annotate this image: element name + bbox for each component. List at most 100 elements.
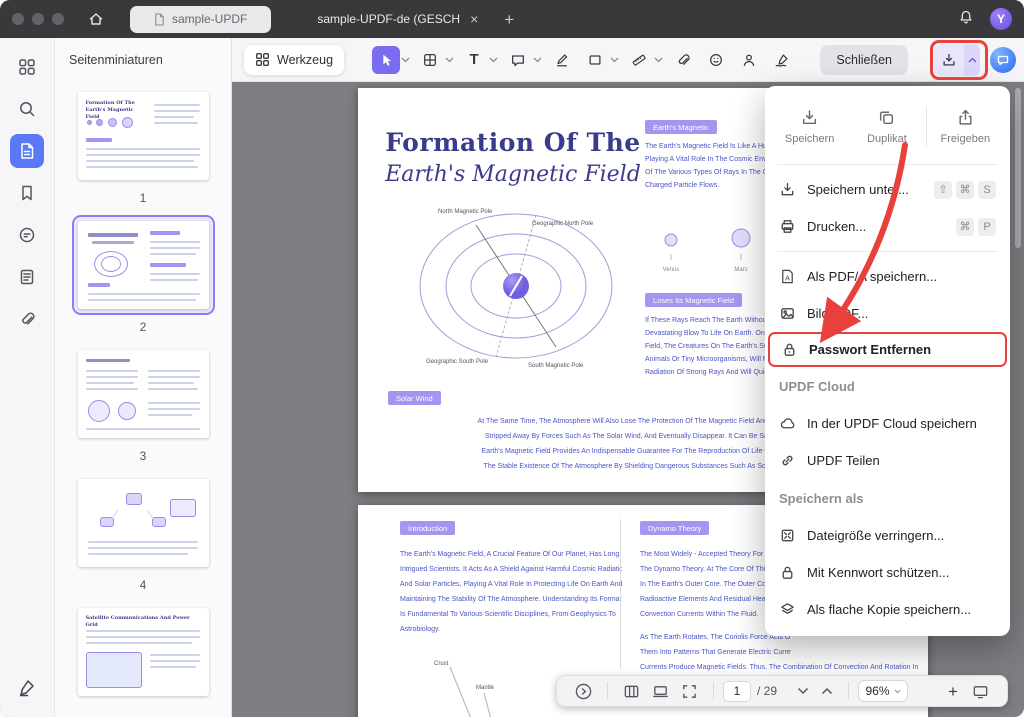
- page-edit-tool[interactable]: [416, 46, 455, 74]
- home-icon[interactable]: [88, 11, 104, 27]
- sidebar-item-bookmarks[interactable]: [10, 176, 44, 210]
- chevron-down-icon[interactable]: [400, 57, 411, 63]
- sidebar-item-page-thumbnails[interactable]: [10, 134, 44, 168]
- menu-item-mit-kennwort-schuetzen[interactable]: Mit Kennwort schützen...: [765, 554, 1010, 591]
- menu-item-flache-kopie[interactable]: Als flache Kopie speichern...: [765, 591, 1010, 628]
- menu-item-drucken[interactable]: Drucken... ⌘P: [765, 208, 1010, 245]
- chevron-up-icon: [968, 57, 977, 63]
- two-column-view-button[interactable]: [623, 683, 640, 700]
- label-geographic-north-pole: Geographic North Pole: [532, 221, 594, 227]
- reading-mode-button[interactable]: [652, 683, 669, 700]
- previous-page-button[interactable]: [797, 687, 809, 695]
- sign-tool[interactable]: [768, 46, 796, 74]
- zoom-window-button[interactable]: [52, 13, 64, 25]
- menu-quick-freigeben[interactable]: Freigeben: [927, 108, 1004, 145]
- text-tool-icon: T: [469, 51, 478, 68]
- thumbnail-item[interactable]: 4: [72, 473, 215, 592]
- menu-item-updf-cloud-speichern[interactable]: In der UPDF Cloud speichern: [765, 405, 1010, 442]
- chevron-down-icon[interactable]: [532, 57, 543, 63]
- tab-sample-updf-de-active[interactable]: sample-UPDF-de (GESCH ×: [317, 12, 478, 26]
- page-number-input[interactable]: 1: [723, 681, 751, 702]
- chevron-down-icon[interactable]: [444, 57, 455, 63]
- shape-tool[interactable]: [581, 46, 620, 74]
- label-mantle: Mantle: [476, 685, 495, 691]
- zoom-level-dropdown[interactable]: 96%: [858, 680, 908, 702]
- schliessen-button[interactable]: Schließen: [820, 45, 908, 75]
- sidebar-item-tools-grid[interactable]: [10, 50, 44, 84]
- werkzeug-button[interactable]: Werkzeug: [244, 45, 344, 75]
- attachment-tool[interactable]: [669, 46, 697, 74]
- close-tab-icon[interactable]: ×: [470, 12, 478, 26]
- sticker-tool[interactable]: [702, 46, 730, 74]
- menu-item-speichern-unter[interactable]: Speichern unter... ⇧⌘S: [765, 171, 1010, 208]
- measure-tool[interactable]: [625, 46, 664, 74]
- menu-item-pdfa-speichern[interactable]: A Als PDF/A speichern...: [765, 258, 1010, 295]
- paperclip-icon: [18, 310, 36, 328]
- scrollbar-thumb[interactable]: [1015, 88, 1021, 248]
- thumbnail-page-4[interactable]: [78, 479, 209, 567]
- avatar[interactable]: Y: [990, 8, 1012, 30]
- save-button[interactable]: [934, 44, 964, 76]
- chevron-down-icon[interactable]: [653, 57, 664, 63]
- fullscreen-monitor-icon: [972, 683, 989, 700]
- magnetic-field-diagram: North Magnetic Pole Geographic North Pol…: [410, 191, 622, 376]
- notifications-bell-icon[interactable]: [958, 9, 974, 30]
- chevron-down-icon[interactable]: [488, 57, 499, 63]
- thumbnail-page-1[interactable]: Formation Of The Earth's Magnetic Field: [78, 92, 209, 180]
- sidebar-item-summary[interactable]: [10, 260, 44, 294]
- thumbnail-page-5[interactable]: Satellite Communications And Power Grid: [78, 608, 209, 696]
- remove-password-lock-icon: [781, 341, 798, 358]
- menu-item-bild-pdf[interactable]: Bild-PDF...: [765, 295, 1010, 332]
- next-page-button[interactable]: [821, 687, 833, 695]
- doc-text-line: Astrobiology.: [400, 622, 622, 637]
- close-window-button[interactable]: [12, 13, 24, 25]
- minimize-window-button[interactable]: [32, 13, 44, 25]
- menu-quick-speichern[interactable]: Speichern: [771, 108, 848, 145]
- ruler-icon: [631, 52, 647, 68]
- quick-action-label: Freigeben: [941, 133, 991, 145]
- doc-text-line: Currents Produce Magnetic Fields. Thus, …: [640, 660, 924, 675]
- laptop-view-icon: [652, 683, 669, 700]
- signature-person-tool[interactable]: [735, 46, 763, 74]
- sidebar-item-attachments[interactable]: [10, 302, 44, 336]
- presentation-mode-button[interactable]: [972, 683, 989, 700]
- new-tab-button[interactable]: +: [504, 11, 514, 28]
- select-tool[interactable]: [372, 46, 411, 74]
- sidebar-item-ink-signature[interactable]: [10, 671, 44, 705]
- menu-divider: [777, 251, 998, 252]
- updf-ai-button[interactable]: [990, 47, 1016, 73]
- label-planet-venus: Venus: [663, 267, 680, 273]
- comment-tool[interactable]: [504, 46, 543, 74]
- zoom-in-button[interactable]: +: [948, 683, 958, 700]
- thumbnail-page-2[interactable]: [78, 221, 209, 309]
- menu-item-dateigroesse-verringern[interactable]: Dateigröße verringern...: [765, 517, 1010, 554]
- fit-page-button[interactable]: [681, 683, 698, 700]
- text-tool[interactable]: T: [460, 46, 499, 74]
- doc-text-line: And Solar Particles, Playing A Vital Rol…: [400, 577, 622, 592]
- menu-item-label: Speichern unter...: [807, 182, 923, 197]
- sidebar-item-comments[interactable]: [10, 218, 44, 252]
- highlighter-tool[interactable]: [548, 46, 576, 74]
- badge-dynamo-theory: Dynamo Theory: [640, 521, 709, 535]
- sidebar-item-search[interactable]: [10, 92, 44, 126]
- save-icon: [941, 52, 957, 68]
- menu-item-updf-teilen[interactable]: UPDF Teilen: [765, 442, 1010, 479]
- chevron-down-icon[interactable]: [609, 57, 620, 63]
- thumbnail-page-3[interactable]: [78, 350, 209, 438]
- thumbnail-item-selected[interactable]: 2: [72, 215, 215, 334]
- menu-quick-duplikat[interactable]: Duplikat: [848, 108, 925, 145]
- thumbnail-page-number: 4: [140, 578, 147, 592]
- save-button-group[interactable]: [934, 44, 980, 76]
- highlighter-icon: [554, 52, 570, 68]
- comment-bubble-icon: [510, 52, 526, 68]
- expand-panel-button[interactable]: [575, 683, 592, 700]
- tab-sample-updf[interactable]: sample-UPDF: [130, 6, 271, 33]
- search-icon: [18, 100, 36, 118]
- titlebar: sample-UPDF sample-UPDF-de (GESCH × + Y: [0, 0, 1024, 38]
- save-dropdown-button[interactable]: [964, 44, 980, 76]
- tools-icon: [255, 52, 270, 67]
- thumbnail-item[interactable]: Formation Of The Earth's Magnetic Field …: [72, 86, 215, 205]
- menu-item-passwort-entfernen[interactable]: Passwort Entfernen: [768, 332, 1007, 367]
- thumbnail-item[interactable]: Satellite Communications And Power Grid: [72, 602, 215, 702]
- thumbnail-item[interactable]: 3: [72, 344, 215, 463]
